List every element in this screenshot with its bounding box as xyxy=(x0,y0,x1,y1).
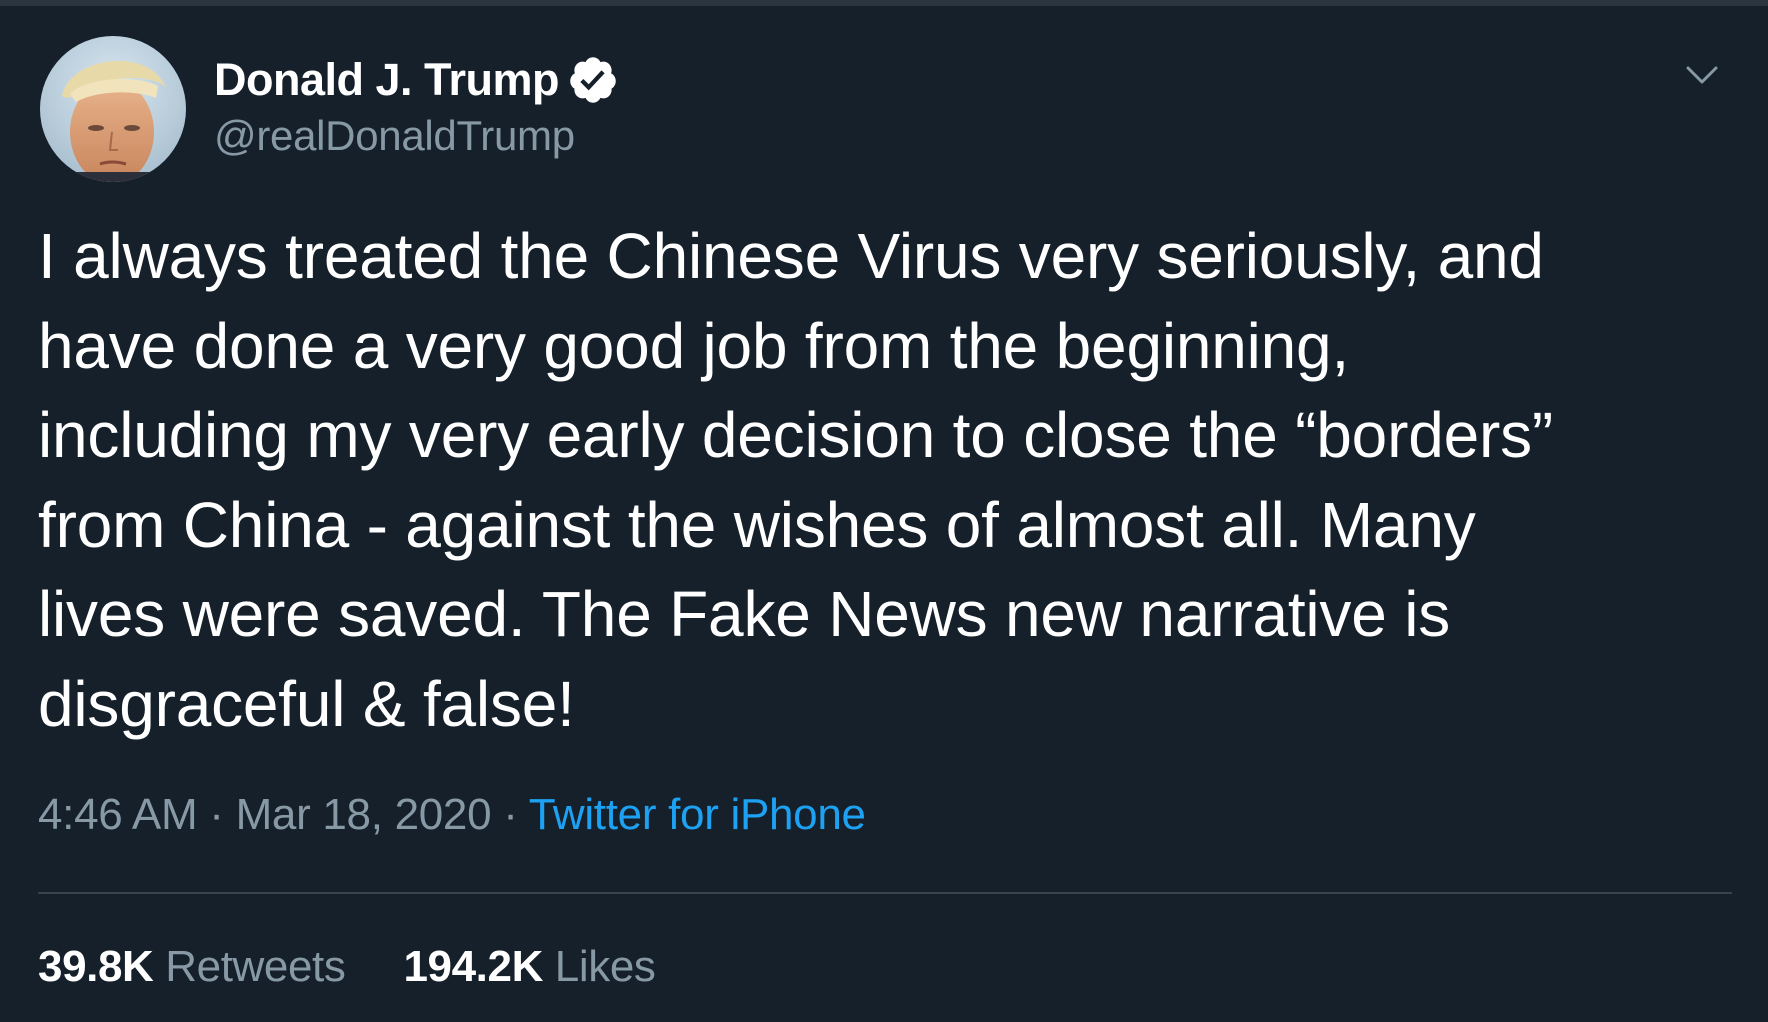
divider xyxy=(38,892,1732,894)
meta-separator: · xyxy=(209,790,224,839)
tweet-date[interactable]: Mar 18, 2020 xyxy=(236,790,492,839)
verified-badge-icon xyxy=(567,54,619,106)
tweet-time[interactable]: 4:46 AM xyxy=(38,790,198,839)
avatar-image xyxy=(40,36,186,182)
likes-stat[interactable]: 194.2K Likes xyxy=(403,942,655,992)
likes-count: 194.2K xyxy=(403,942,543,991)
likes-label: Likes xyxy=(554,942,656,991)
retweets-label: Retweets xyxy=(165,942,346,991)
display-name[interactable]: Donald J. Trump xyxy=(214,54,560,106)
author-block: Donald J. Trump @realDonaldTrump xyxy=(214,52,619,160)
tweet-source-link[interactable]: Twitter for iPhone xyxy=(529,790,866,839)
retweets-count: 39.8K xyxy=(38,942,154,991)
avatar[interactable] xyxy=(40,36,186,182)
handle[interactable]: @realDonaldTrump xyxy=(214,112,619,160)
tweet-meta: 4:46 AM · Mar 18, 2020 · Twitter for iPh… xyxy=(38,790,866,840)
retweets-stat[interactable]: 39.8K Retweets xyxy=(38,942,346,992)
tweet-text: I always treated the Chinese Virus very … xyxy=(38,220,1554,740)
tweet-stats: 39.8K Retweets 194.2K Likes xyxy=(38,942,656,992)
tweet-detail: Donald J. Trump @realDonaldTrump I alway… xyxy=(0,0,1768,1022)
name-row: Donald J. Trump xyxy=(214,52,619,108)
chevron-down-icon[interactable] xyxy=(1680,52,1724,96)
meta-separator: · xyxy=(503,790,518,839)
